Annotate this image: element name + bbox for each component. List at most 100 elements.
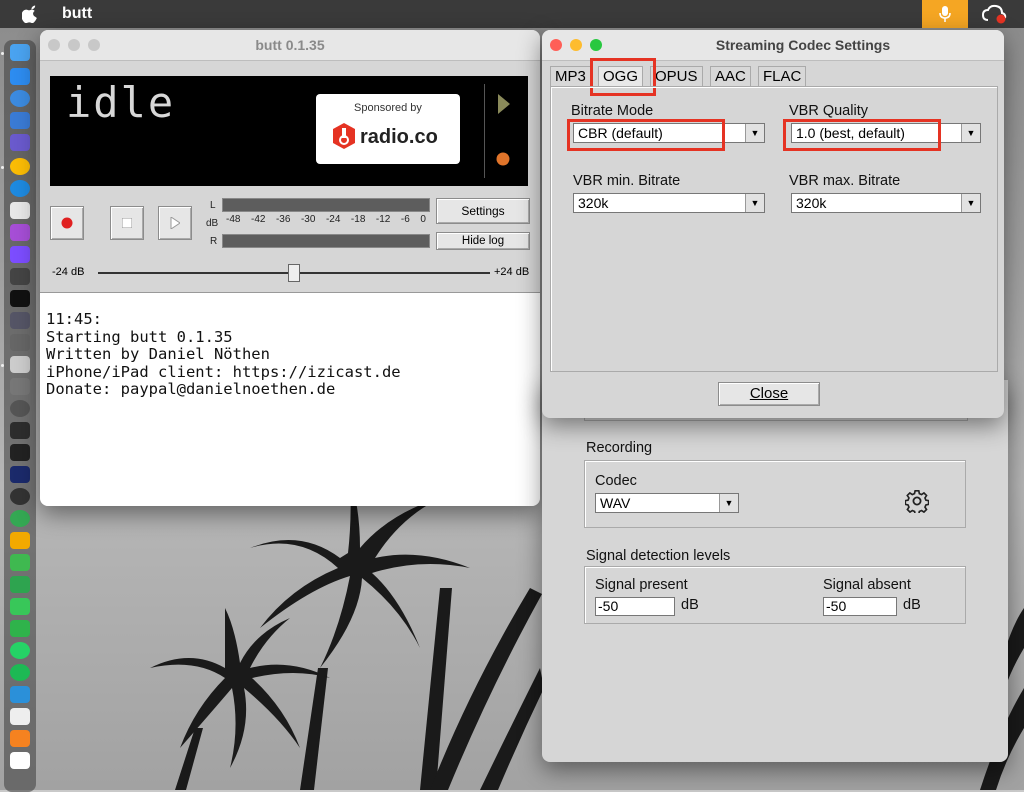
tab-mp3[interactable]: MP3 (550, 66, 591, 87)
codec-dialog-title: Streaming Codec Settings (715, 37, 891, 53)
menubar-app-name[interactable]: butt (62, 5, 92, 23)
launchpad-icon[interactable] (10, 202, 30, 219)
sponsor-caption: Sponsored by (354, 102, 422, 114)
terminal-icon[interactable] (10, 444, 30, 461)
record-app-icon[interactable] (10, 400, 30, 417)
app-green2-icon[interactable] (10, 576, 30, 593)
play-icon (170, 216, 181, 230)
gain-min-label: -24 dB (52, 266, 85, 278)
meter-left-label: L (210, 200, 216, 211)
gain-max-label: +24 dB (494, 266, 530, 278)
microphone-icon (939, 6, 951, 22)
meter-tick: -30 (300, 214, 316, 225)
butt-window: butt 0.1.35 idle Sponsored by radio.co L (40, 30, 540, 506)
play-button[interactable] (158, 206, 192, 240)
right-level-bar (222, 234, 430, 248)
meter-tick: -18 (350, 214, 366, 225)
messages-icon[interactable] (10, 598, 30, 615)
app-blue-icon[interactable] (10, 686, 30, 703)
settings-button[interactable]: Settings (436, 198, 530, 224)
podcasts-icon[interactable] (10, 224, 30, 241)
app-purple-icon[interactable] (10, 246, 30, 263)
meter-tick: -12 (375, 214, 391, 225)
recording-group: Codec WAV ▼ (584, 460, 966, 528)
settings-window: Recording Codec WAV ▼ Signal detection l… (542, 380, 1008, 762)
audio-app-icon[interactable] (10, 378, 30, 395)
vbr-max-bitrate-select[interactable]: 320k ▼ (791, 193, 981, 213)
tab-aac[interactable]: AAC (710, 66, 751, 87)
menu-bar: butt (0, 0, 1024, 28)
signal-detection-heading: Signal detection levels (586, 548, 731, 564)
chevron-down-icon: ▼ (961, 194, 980, 212)
audition-icon[interactable] (10, 466, 30, 483)
sponsor-banner[interactable]: Sponsored by radio.co (316, 94, 460, 164)
gain-slider-thumb[interactable] (288, 264, 300, 282)
facetime-icon[interactable] (10, 620, 30, 637)
textedit-icon[interactable] (10, 708, 30, 725)
record-button[interactable] (50, 206, 84, 240)
signal-absent-input[interactable]: -50 (823, 597, 897, 616)
preview-icon[interactable] (10, 312, 30, 329)
app-store-icon[interactable] (10, 68, 30, 85)
whatsapp-icon[interactable] (10, 642, 30, 659)
chevron-down-icon: ▼ (745, 124, 764, 142)
calendar-icon[interactable] (10, 752, 30, 769)
record-indicator-icon (496, 152, 510, 166)
final-cut-icon[interactable] (10, 268, 30, 285)
app-v2-icon[interactable] (10, 112, 30, 129)
vbr-max-bitrate-value: 320k (796, 195, 827, 211)
recording-codec-value: WAV (600, 495, 631, 511)
vlc-icon[interactable] (10, 730, 30, 747)
codec-settings-dialog: Streaming Codec Settings MP3 OGG OPUS AA… (542, 30, 1004, 418)
activity-icon[interactable] (10, 422, 30, 439)
butt-titlebar: butt 0.1.35 (40, 30, 540, 61)
hide-log-button[interactable]: Hide log (436, 232, 530, 250)
app-green-icon[interactable] (10, 554, 30, 571)
calculator-icon[interactable] (10, 134, 30, 151)
recording-codec-select[interactable]: WAV ▼ (595, 493, 739, 513)
signal-absent-unit: dB (903, 597, 921, 613)
meter-ticks: -48 -42 -36 -30 -24 -18 -12 -6 0 (226, 214, 426, 225)
capcut-icon[interactable] (10, 290, 30, 307)
meter-tick: -6 (400, 214, 410, 225)
meter-right-label: R (210, 236, 218, 247)
meter-tick: -42 (250, 214, 266, 225)
spotify-icon[interactable] (10, 664, 30, 681)
butt-window-title: butt 0.1.35 (255, 37, 325, 53)
ogg-settings-panel: Bitrate Mode CBR (default) ▼ VBR Quality… (550, 86, 998, 372)
bitrate-mode-highlight (567, 119, 725, 151)
sponsor-brand: radio.co (360, 126, 438, 148)
log-panel[interactable]: 11:45: Starting butt 0.1.35 Written by D… (40, 292, 540, 506)
audacity-icon[interactable] (10, 532, 30, 549)
signal-present-unit: dB (681, 597, 699, 613)
stop-icon (121, 217, 133, 229)
edge-icon[interactable] (10, 180, 30, 197)
left-level-bar (222, 198, 430, 212)
codec-dialog-titlebar: Streaming Codec Settings (542, 30, 1004, 61)
close-button[interactable]: Close (718, 382, 820, 406)
chrome-alt-icon[interactable] (10, 510, 30, 527)
record-icon (61, 217, 73, 229)
meter-tick: -48 (226, 214, 241, 225)
meter-db-label: dB (206, 218, 219, 229)
obs-icon[interactable] (10, 488, 30, 505)
stop-button[interactable] (110, 206, 144, 240)
microphone-indicator[interactable] (922, 0, 968, 28)
chevron-down-icon: ▼ (745, 194, 764, 212)
play-indicator-icon (498, 94, 510, 114)
vbr-min-bitrate-select[interactable]: 320k ▼ (573, 193, 765, 213)
signal-present-label: Signal present (595, 577, 688, 593)
speaker-icon[interactable] (10, 356, 30, 373)
help-icon[interactable] (10, 334, 30, 351)
vbr-min-bitrate-value: 320k (578, 195, 609, 211)
creative-cloud-icon[interactable] (982, 4, 1008, 24)
signal-present-input[interactable]: -50 (595, 597, 675, 616)
tab-flac[interactable]: FLAC (758, 66, 807, 87)
finder-icon[interactable] (10, 44, 30, 61)
chrome-icon[interactable] (10, 158, 30, 175)
tab-opus[interactable]: OPUS (650, 66, 703, 87)
app-k-icon[interactable] (10, 90, 30, 107)
apple-menu-icon[interactable] (22, 5, 40, 23)
lcd-display: idle Sponsored by radio.co (50, 76, 528, 186)
gear-icon[interactable] (905, 489, 929, 513)
